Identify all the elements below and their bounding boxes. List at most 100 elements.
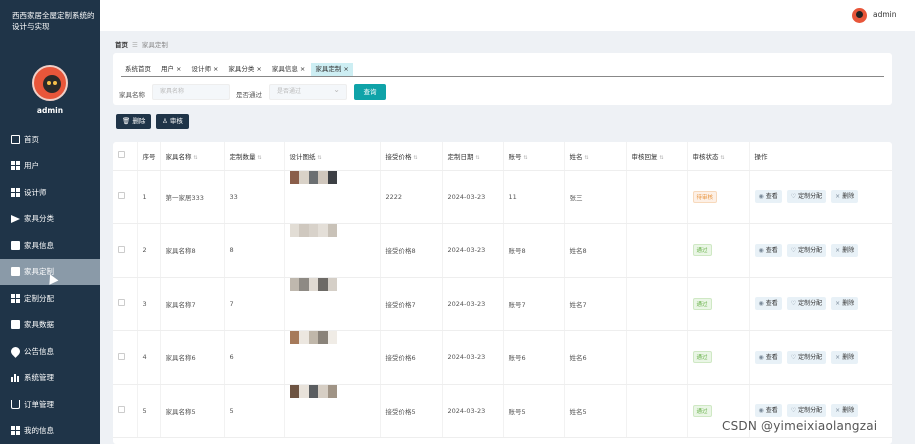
select-all-checkbox[interactable] [118,151,125,159]
assign-button[interactable]: ♡ 定制分配 [786,404,827,418]
sidebar-item-furniture-info[interactable]: 家具信息 [0,232,100,259]
cell-name: 家具名称5 [160,384,225,438]
col-date[interactable]: 定制日期 ⇅ [442,142,504,171]
col-ops: 操作 [749,142,892,171]
tab-furniture-category[interactable]: 家具分类 × [224,63,266,76]
trash-icon: 🗑 [122,117,131,125]
view-button[interactable]: ◉ 查看 [754,190,782,204]
eye-icon: ◉ [758,407,764,415]
sidebar-item-label: 家具信息 [24,240,54,250]
row-delete-button[interactable]: × 删除 [831,243,859,257]
sidebar-menu: 首页 用户 设计师 家具分类 家具信息 家具定制 定制分配 家具数据 公告信息 … [0,126,100,444]
sidebar-item-users[interactable]: 用户 [0,153,100,180]
name-search-input[interactable]: 家具名称 [152,84,230,100]
col-person[interactable]: 姓名 ⇅ [564,142,627,171]
col-account[interactable]: 账号 ⇅ [503,142,565,171]
close-icon[interactable]: × [256,65,261,73]
cell-qty: 33 [224,170,285,224]
cell-price: 接受价格6 [380,330,443,385]
avatar[interactable] [852,8,867,23]
view-button[interactable]: ◉ 查看 [754,404,782,418]
view-button[interactable]: ◉ 查看 [754,297,782,311]
sidebar-item-orders[interactable]: 订单管理 [0,391,100,418]
row-delete-button[interactable]: × 删除 [831,297,859,311]
close-icon[interactable]: × [343,65,348,73]
drawing-thumbnail[interactable] [289,331,338,344]
watermark: CSDN @yimeixiaolangzai [722,419,878,433]
close-icon[interactable]: × [300,65,305,73]
sidebar-item-home[interactable]: 首页 [0,126,100,153]
drawing-thumbnail[interactable] [289,277,338,291]
tab-furniture-custom[interactable]: 家具定制 × [311,63,353,76]
sidebar-item-label: 公告信息 [24,346,54,356]
tab-users[interactable]: 用户 × [157,63,186,76]
drawing-thumbnail[interactable] [289,224,338,237]
sidebar-item-label: 定制分配 [24,293,54,303]
row-checkbox[interactable] [118,299,125,307]
sidebar-item-furniture-category[interactable]: 家具分类 [0,206,100,233]
assign-button[interactable]: ♡ 定制分配 [786,350,827,364]
row-delete-button[interactable]: × 删除 [831,404,859,418]
sidebar-item-furniture-data[interactable]: 家具数据 [0,312,100,339]
box-icon [11,320,20,330]
tab-designers[interactable]: 设计师 × [187,63,223,76]
sidebar-item-notices[interactable]: 公告信息 [0,338,100,365]
sidebar-item-label: 我的信息 [24,426,54,436]
cell-date: 2024-03-23 [442,384,504,438]
assign-button[interactable]: ♡ 定制分配 [786,190,827,204]
tab-system-home[interactable]: 系统首页 [121,63,155,76]
row-checkbox[interactable] [118,352,125,360]
row-checkbox[interactable] [118,192,125,200]
query-button[interactable]: 查询 [354,84,386,100]
view-button[interactable]: ◉ 查看 [754,243,782,257]
tab-furniture-info[interactable]: 家具信息 × [267,63,310,76]
drawing-thumbnail[interactable] [289,170,338,184]
col-reply[interactable]: 审核回复 ⇅ [626,142,688,171]
sidebar-item-designers[interactable]: 设计师 [0,179,100,206]
approved-select[interactable]: 是否通过 [269,83,347,100]
cell-reply [626,330,688,385]
drawing-thumbnail[interactable] [289,384,338,398]
review-button[interactable]: ♙ 审核 [156,114,189,129]
col-price[interactable]: 接受价格 ⇅ [380,142,443,171]
cell-drawing [284,223,381,278]
topbar: admin [100,0,915,31]
sidebar-item-system[interactable]: 系统管理 [0,365,100,392]
heart-icon: ♡ [790,407,797,415]
heart-icon: ♡ [790,246,797,254]
assign-button[interactable]: ♡ 定制分配 [786,297,827,311]
cell-date: 2024-03-23 [442,223,504,278]
row-checkbox[interactable] [118,406,125,414]
cell-date: 2024-03-23 [442,330,504,385]
cell-date: 2024-03-23 [442,277,504,331]
batch-delete-button[interactable]: 🗑 删除 [116,114,152,129]
row-checkbox[interactable] [118,245,125,253]
col-name[interactable]: 家具名称 ⇅ [160,142,225,171]
close-icon[interactable]: × [176,65,181,73]
assign-button[interactable]: ♡ 定制分配 [786,243,827,257]
row-delete-button[interactable]: × 删除 [831,350,859,364]
close-icon: × [835,300,841,308]
status-badge: 通过 [692,297,712,310]
view-button[interactable]: ◉ 查看 [754,350,782,364]
col-qty[interactable]: 定制数量 ⇅ [224,142,285,171]
cell-account: 账号8 [503,223,565,278]
sort-icon: ⇅ [720,154,725,161]
home-icon [11,134,20,144]
cell-qty: 6 [224,330,285,385]
cell-qty: 5 [224,384,285,438]
close-icon[interactable]: × [213,65,218,73]
col-status[interactable]: 审核状态 ⇅ [687,142,750,171]
topbar-username[interactable]: admin [873,10,897,19]
sidebar-item-my-info[interactable]: 我的信息 [0,418,100,444]
sidebar-item-custom-assign[interactable]: 定制分配 [0,285,100,312]
avatar[interactable] [32,65,68,101]
status-badge: 通过 [692,404,712,417]
row-delete-button[interactable]: × 删除 [831,190,859,204]
close-icon: × [835,193,841,201]
col-drawing[interactable]: 设计图纸 ⇅ [284,142,381,171]
grid-icon [11,426,20,436]
box-icon [11,267,20,277]
breadcrumb-home[interactable]: 首页 [115,41,128,49]
cell-price: 接受价格5 [380,384,443,438]
